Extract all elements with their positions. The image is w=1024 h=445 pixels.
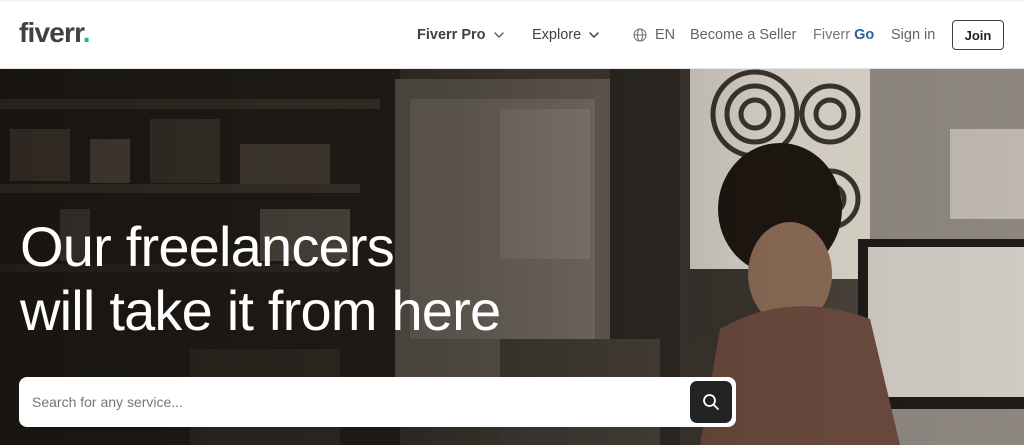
join-button-label: Join [964,27,992,43]
nav-become-seller-label: Become a Seller [690,27,797,43]
nav-fiverr-go-prefix: Fiverr [813,27,851,43]
top-navigation-bar: fiverr. Fiverr Pro Explore EN Become a S… [0,0,1024,69]
nav-explore-label: Explore [532,27,582,43]
header-top-line [0,0,1024,2]
nav-language[interactable]: EN [633,24,675,46]
fiverr-logo[interactable]: fiverr. [19,16,90,50]
hero-search-bar [19,377,736,427]
search-icon [703,394,719,410]
logo-text: fiverr [19,17,83,48]
nav-fiverr-pro-label: Fiverr Pro [417,27,486,43]
hero-headline-line-2: will take it from here [20,279,501,342]
nav-sign-in[interactable]: Sign in [891,24,935,46]
chevron-down-icon [589,32,599,38]
search-input[interactable] [19,377,690,427]
hero-headline: Our freelancers will take it from here [20,215,640,343]
nav-sign-in-label: Sign in [891,27,936,43]
nav-fiverr-go-suffix: Go [850,27,875,43]
nav-fiverr-pro[interactable]: Fiverr Pro [417,24,505,46]
logo-dot: . [82,17,91,48]
join-button[interactable]: Join [952,20,1004,50]
globe-icon [633,28,647,42]
chevron-down-icon [493,32,504,38]
nav-become-seller[interactable]: Become a Seller [690,24,796,46]
nav-fiverr-go[interactable]: Fiverr Go [813,24,874,46]
hero-headline-line-1: Our freelancers [20,215,395,278]
nav-explore[interactable]: Explore [532,24,600,46]
hero-section: Our freelancers will take it from here [0,69,1024,445]
search-button[interactable] [690,381,732,423]
nav-language-label: EN [655,27,676,43]
